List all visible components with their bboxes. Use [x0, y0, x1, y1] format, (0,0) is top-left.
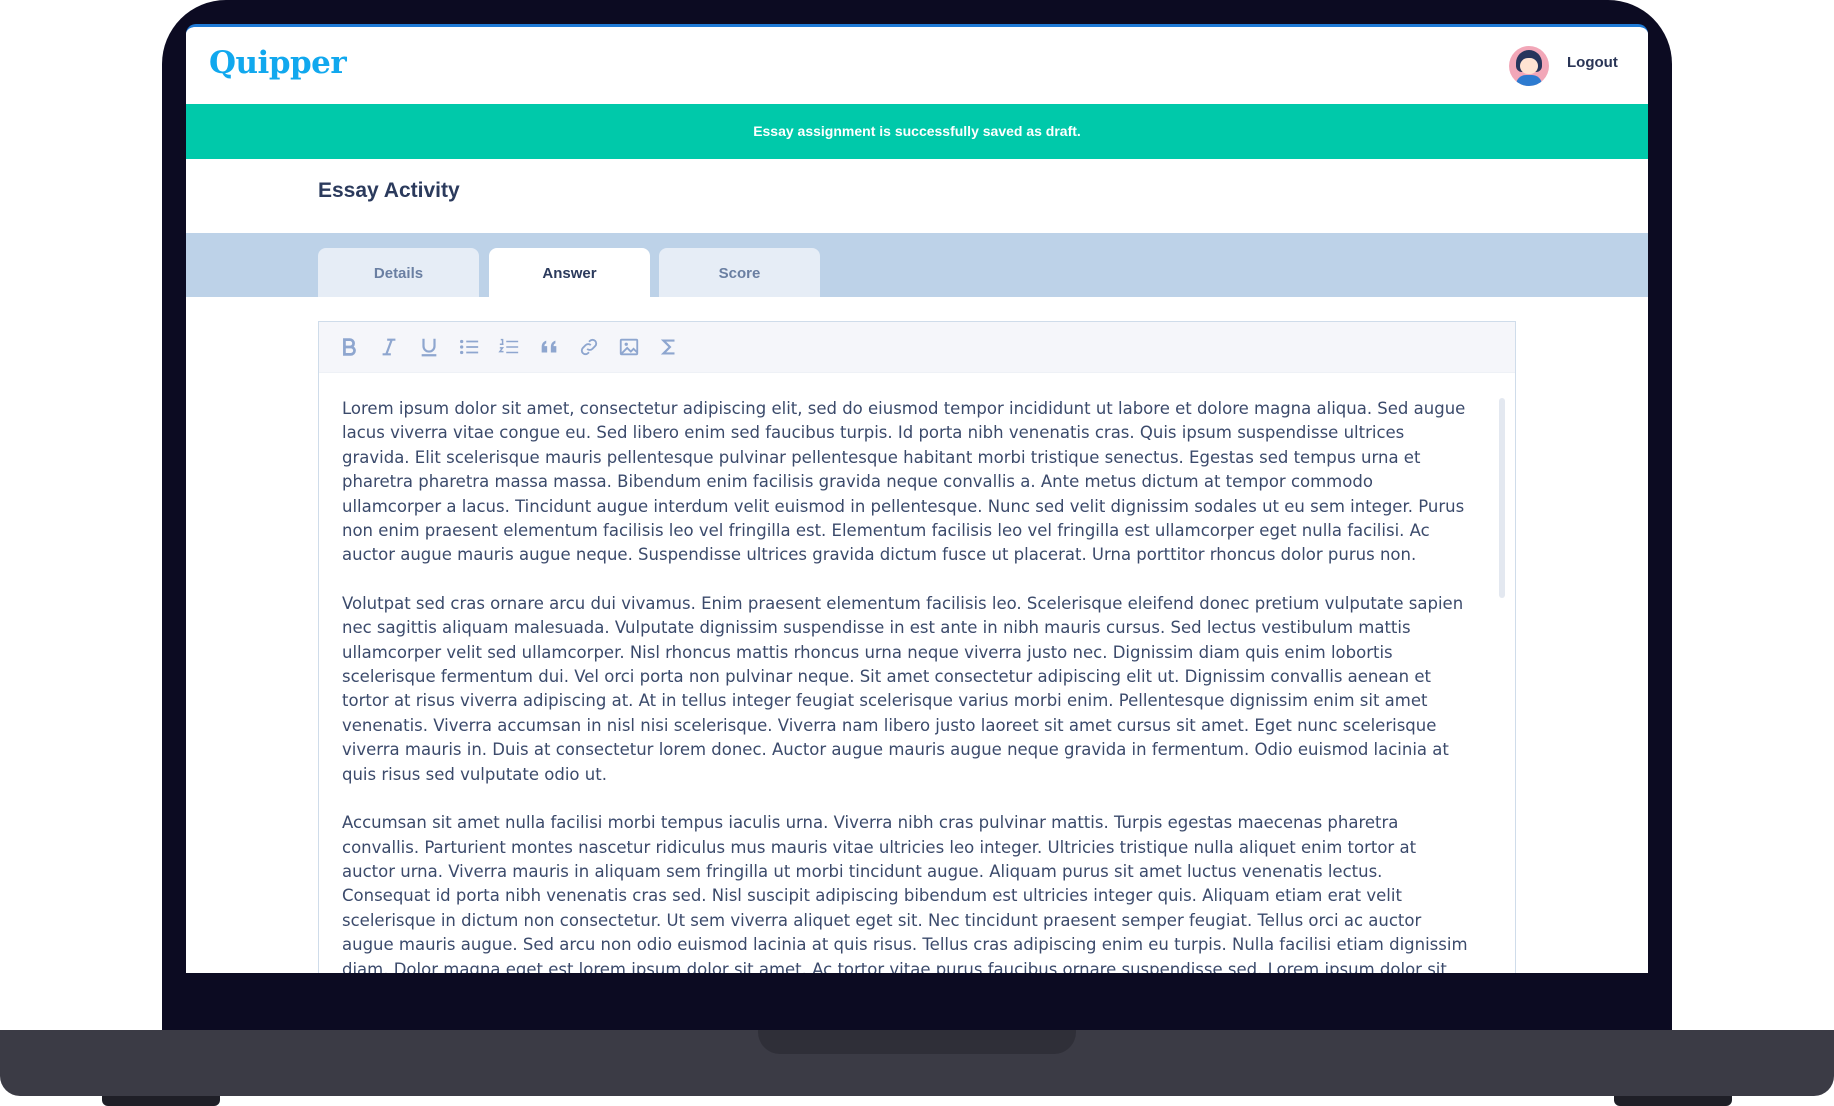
avatar-body	[1516, 75, 1542, 86]
page-title: Essay Activity	[318, 179, 460, 202]
tab-answer[interactable]: Answer	[489, 248, 650, 297]
quipper-logo[interactable]: Quipper	[209, 45, 347, 81]
bulleted-list-icon[interactable]	[456, 334, 482, 360]
essay-paragraph: Accumsan sit amet nulla facilisi morbi t…	[342, 813, 1468, 973]
tab-details[interactable]: Details	[318, 248, 479, 297]
link-icon[interactable]	[576, 334, 602, 360]
success-banner: Essay assignment is successfully saved a…	[186, 104, 1648, 159]
screen: Quipper Logout Essay assignment is succe…	[186, 24, 1648, 973]
numbered-list-icon[interactable]	[496, 334, 522, 360]
tab-bar: Details Answer Score	[186, 233, 1648, 297]
logout-button[interactable]: Logout	[1567, 54, 1618, 71]
laptop-foot	[1614, 1096, 1732, 1106]
sigma-icon[interactable]	[656, 334, 682, 360]
top-bar: Quipper Logout	[186, 27, 1648, 104]
italic-icon[interactable]	[376, 334, 402, 360]
underline-icon[interactable]	[416, 334, 442, 360]
essay-editor[interactable]: Lorem ipsum dolor sit amet, consectetur …	[318, 321, 1516, 973]
editor-scrollbar[interactable]	[1499, 398, 1505, 598]
avatar-face	[1520, 58, 1538, 74]
editor-toolbar	[319, 322, 1515, 373]
laptop-notch	[758, 1030, 1076, 1054]
avatar[interactable]	[1509, 46, 1549, 86]
essay-paragraph: Lorem ipsum dolor sit amet, consectetur …	[342, 399, 1466, 565]
laptop-foot	[102, 1096, 220, 1106]
essay-paragraph: Volutpat sed cras ornare arcu dui vivamu…	[342, 593, 1464, 784]
bold-icon[interactable]	[336, 334, 362, 360]
tab-score[interactable]: Score	[659, 248, 820, 297]
image-icon[interactable]	[616, 334, 642, 360]
essay-text[interactable]: Lorem ipsum dolor sit amet, consectetur …	[342, 397, 1470, 973]
quote-icon[interactable]	[536, 334, 562, 360]
